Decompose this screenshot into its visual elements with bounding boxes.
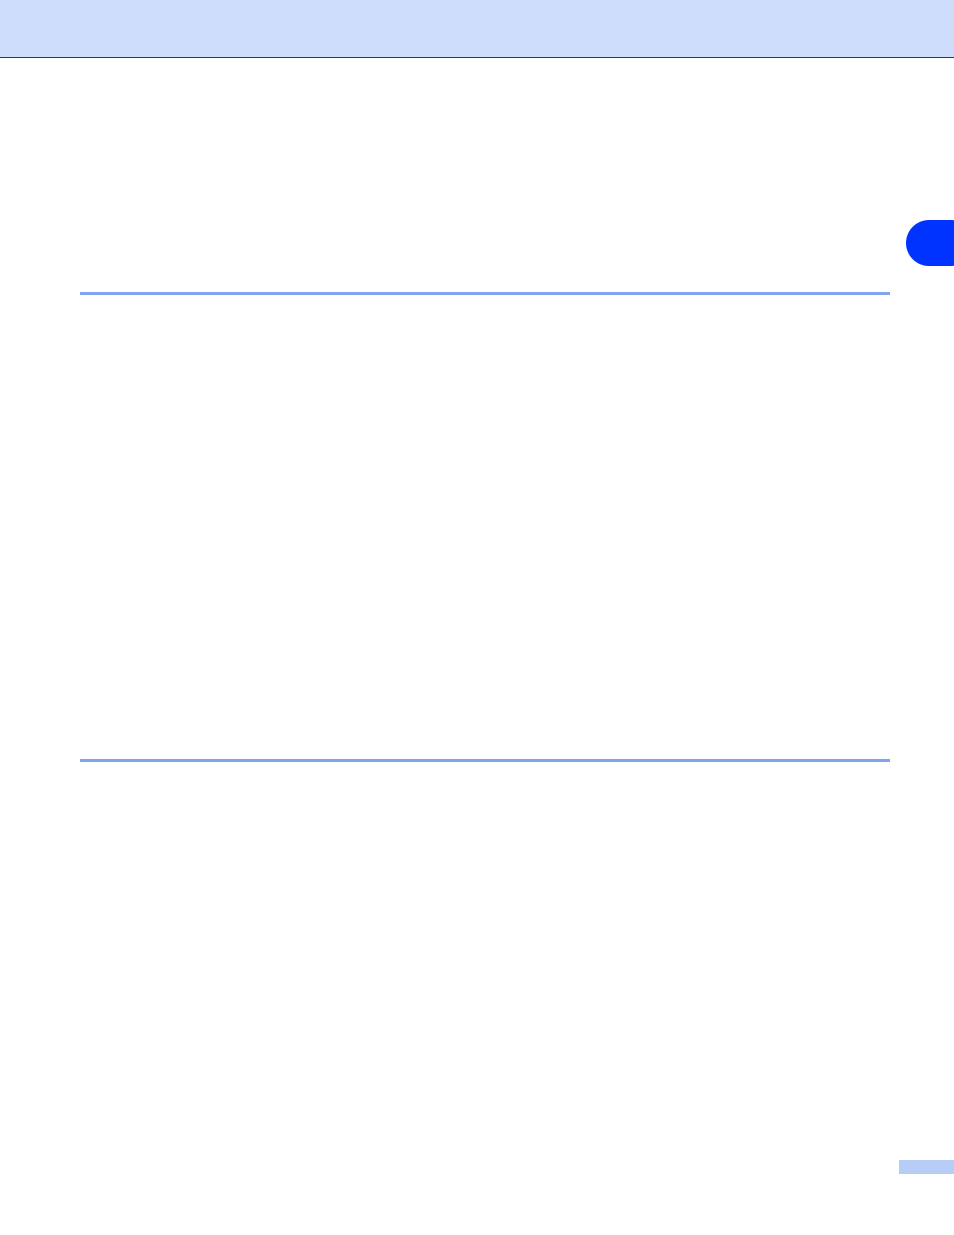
top-bar <box>0 0 954 58</box>
content-area <box>0 58 954 1235</box>
section-divider-1 <box>80 292 890 295</box>
side-action-button[interactable] <box>906 220 954 266</box>
bottom-right-tab[interactable] <box>899 1160 954 1174</box>
section-divider-2 <box>80 759 890 762</box>
